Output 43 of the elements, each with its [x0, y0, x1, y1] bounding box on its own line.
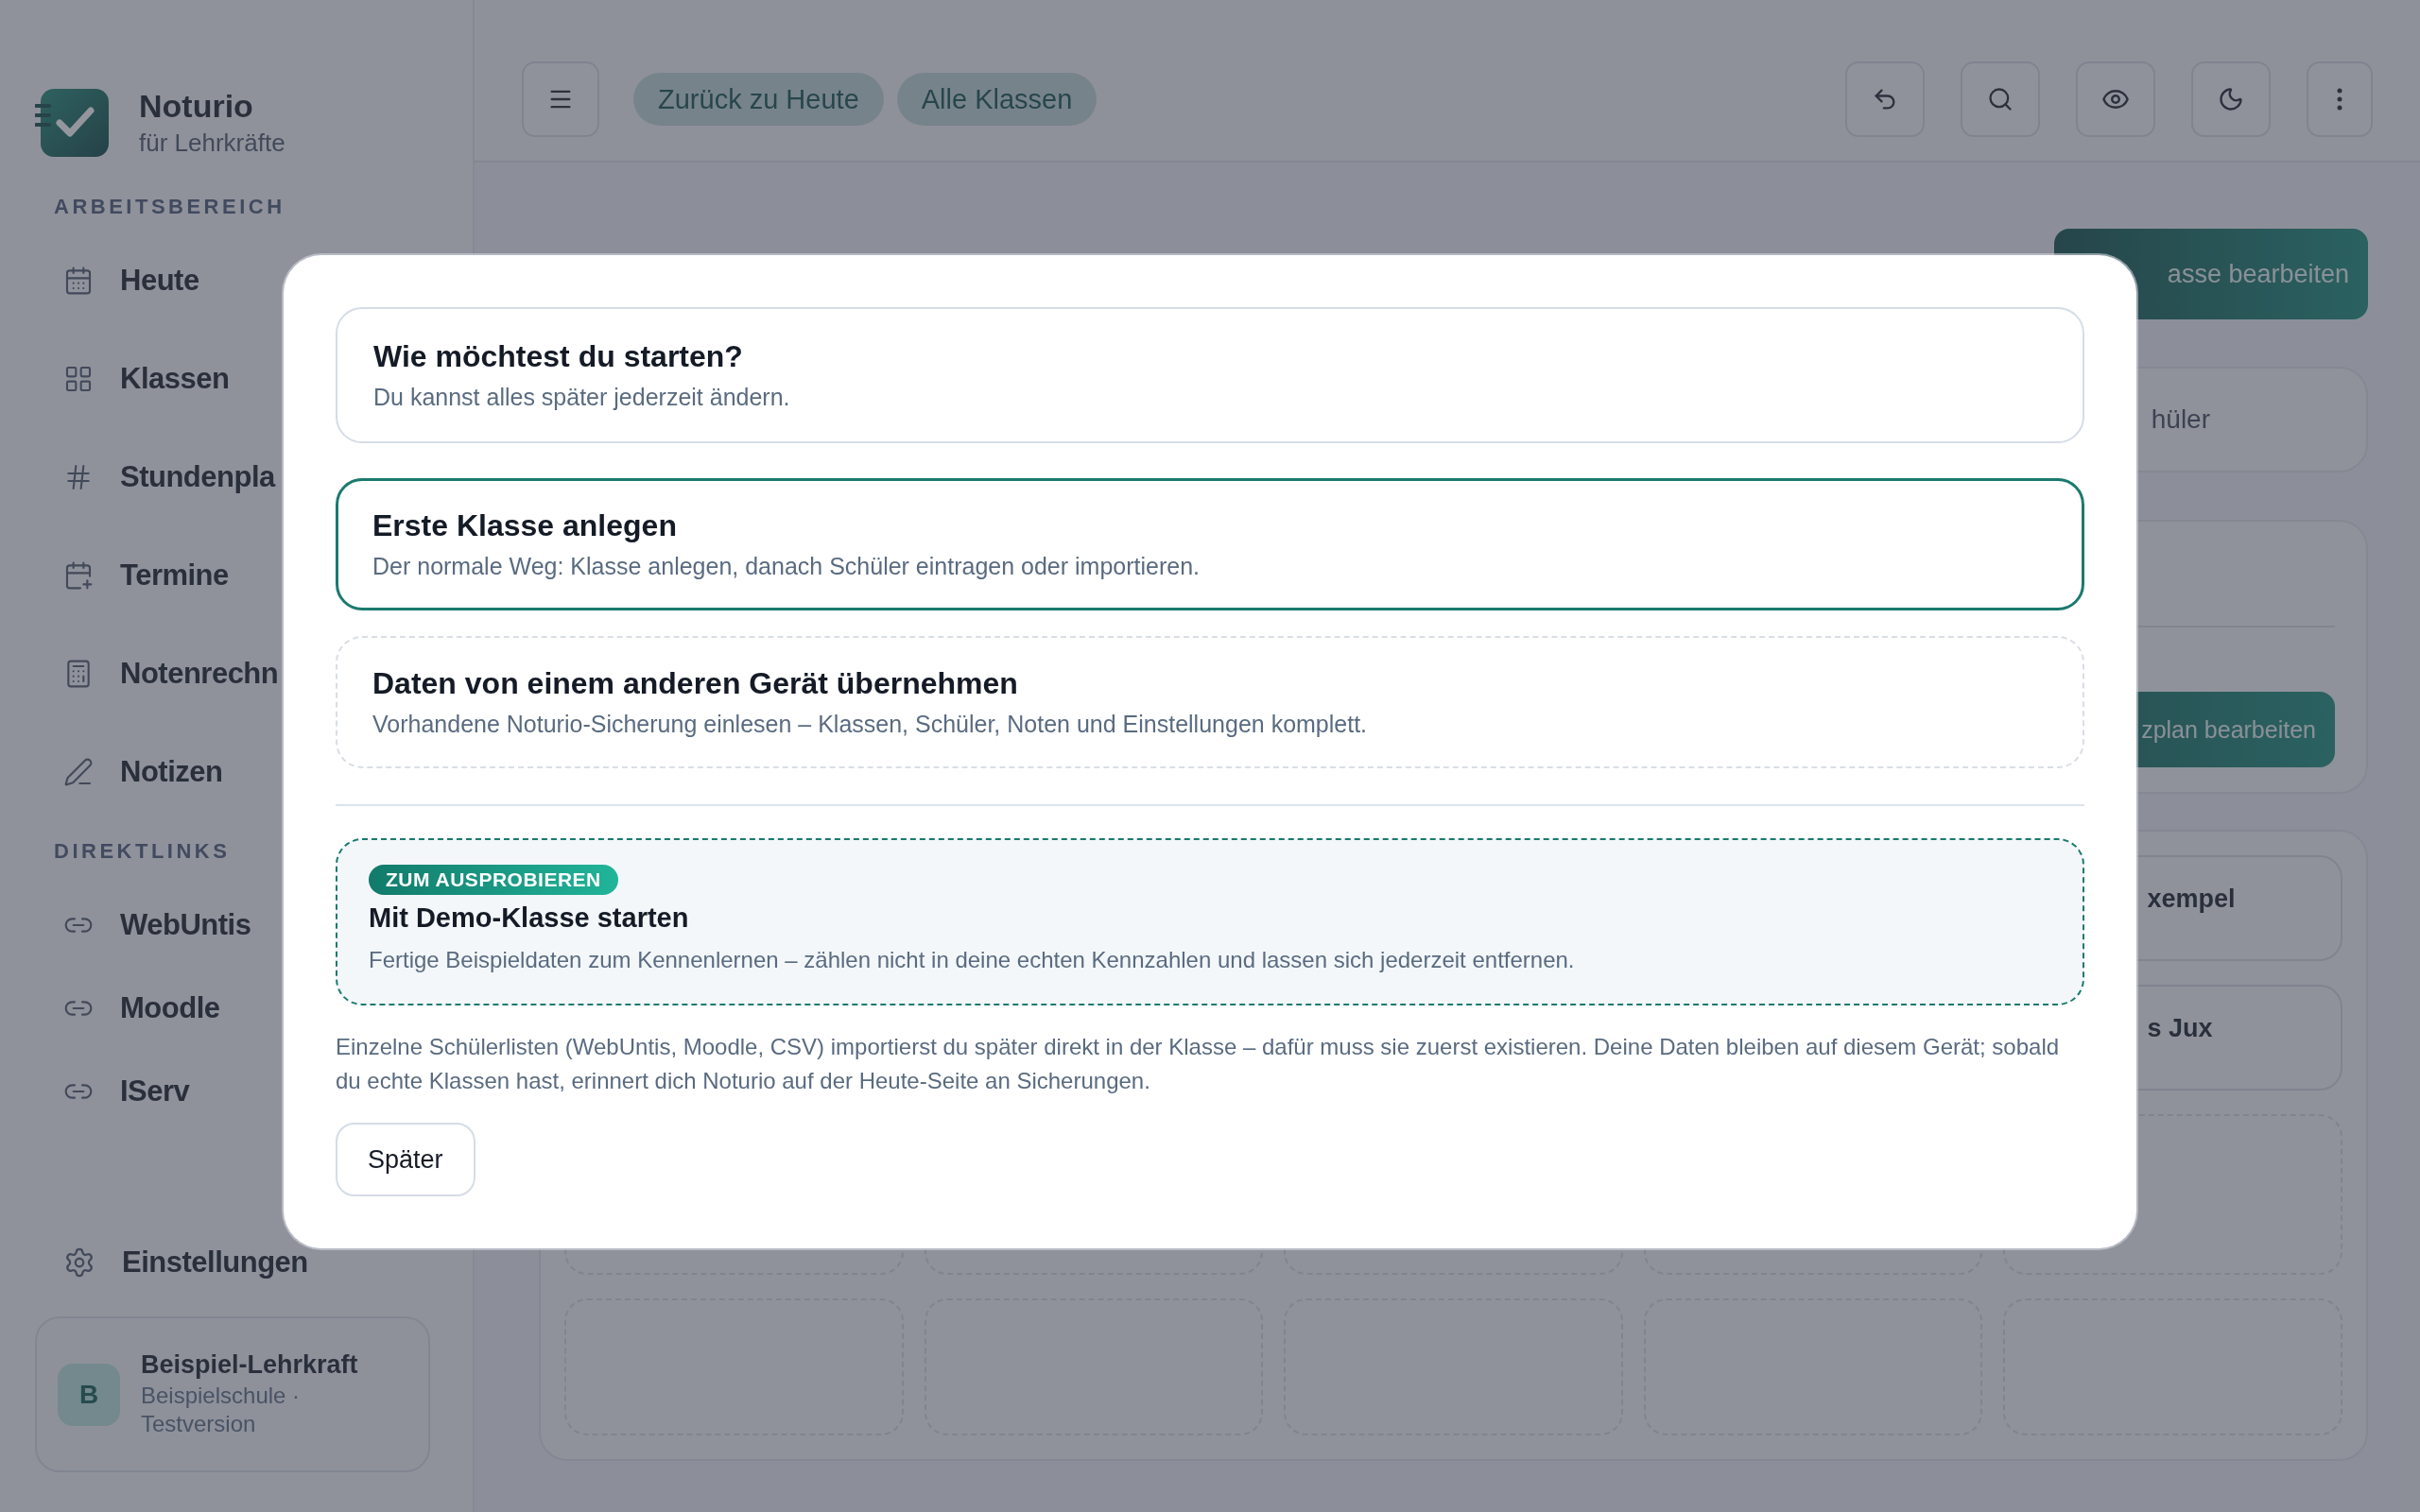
profile-name: Beispiel-Lehrkraft [141, 1350, 359, 1380]
option-title: Daten von einem anderen Gerät übernehmen [372, 666, 1019, 701]
demo-description: Fertige Beispieldaten zum Kennenlernen – zählen nicht in deine echten Kennzahlen und lassen sich jederzeit entfernen. [369, 947, 1575, 973]
more-icon [2337, 88, 2342, 111]
class-title: xempel [2147, 884, 2236, 914]
menu-button[interactable] [522, 61, 599, 137]
calendar-icon [63, 266, 94, 296]
option-title: Erste Klasse anlegen [372, 508, 678, 543]
demo-option[interactable]: ZUM AUSPROBIEREN Mit Demo-Klasse starten Fertige Beispieldaten zum Kennenlernen – zählen nicht in deine echten Kennzahlen und lassen sich jederzeit entfernen. [336, 838, 2084, 1005]
option-description: Vorhandene Noturio-Sicherung einlesen – Klassen, Schüler, Noten und Einstellungen komplett. [372, 711, 1369, 738]
dialog-subtitle: Du kannst alles später jederzeit ändern. [373, 384, 791, 411]
dialog-title: Wie möchtest du starten? [373, 339, 744, 374]
search-icon [1987, 86, 2014, 112]
later-button[interactable]: Später [336, 1123, 475, 1196]
settings-item[interactable]: Einstellungen [35, 1229, 413, 1296]
nav-chip[interactable]: Zurück zu Heute [633, 73, 884, 126]
calendar-plus-icon [63, 560, 94, 591]
preview-button[interactable] [2076, 61, 2155, 137]
more-button[interactable] [2307, 61, 2373, 137]
search-button[interactable] [1961, 61, 2040, 137]
brand-name: Noturio [139, 88, 254, 125]
class-title: s Jux [2147, 1013, 2213, 1043]
nav-item[interactable]: Heute [35, 248, 413, 314]
logo-icon [35, 87, 111, 159]
demo-title: Mit Demo-Klasse starten [369, 902, 689, 934]
section-label: DIREKTLINKS [54, 839, 232, 864]
start-option[interactable]: Daten von einem anderen Gerät übernehmen Vorhandene Noturio-Sicherung einlesen – Klassen, Schüler, Noten und Einstellungen komplett. [336, 636, 2084, 768]
pen-icon [63, 757, 94, 787]
profile-details: Beispielschule · Testversion [141, 1382, 302, 1438]
nav-chip[interactable]: Alle Klassen [896, 73, 1098, 126]
profile-card[interactable]: B Beispiel-Lehrkraft Beispielschule · Testversion [35, 1316, 430, 1472]
grid-icon [63, 364, 94, 394]
students-label: hüler [2151, 404, 2210, 435]
demo-badge: ZUM AUSPROBIEREN [369, 865, 618, 895]
theme-button[interactable] [2191, 61, 2271, 137]
option-description: Der normale Weg: Klasse anlegen, danach Schüler eintragen oder importieren. [372, 553, 1201, 580]
avatar: B [58, 1363, 120, 1426]
brand-tagline: für Lehrkräfte [139, 129, 285, 158]
section-label: ARBEITSBEREICH [54, 195, 286, 219]
undo-button[interactable] [1845, 61, 1925, 137]
moon-icon [2218, 86, 2244, 112]
settings-icon [63, 1246, 95, 1279]
start-option[interactable]: Erste Klasse anlegen Der normale Weg: Klasse anlegen, danach Schüler eintragen oder importieren. [336, 478, 2084, 610]
